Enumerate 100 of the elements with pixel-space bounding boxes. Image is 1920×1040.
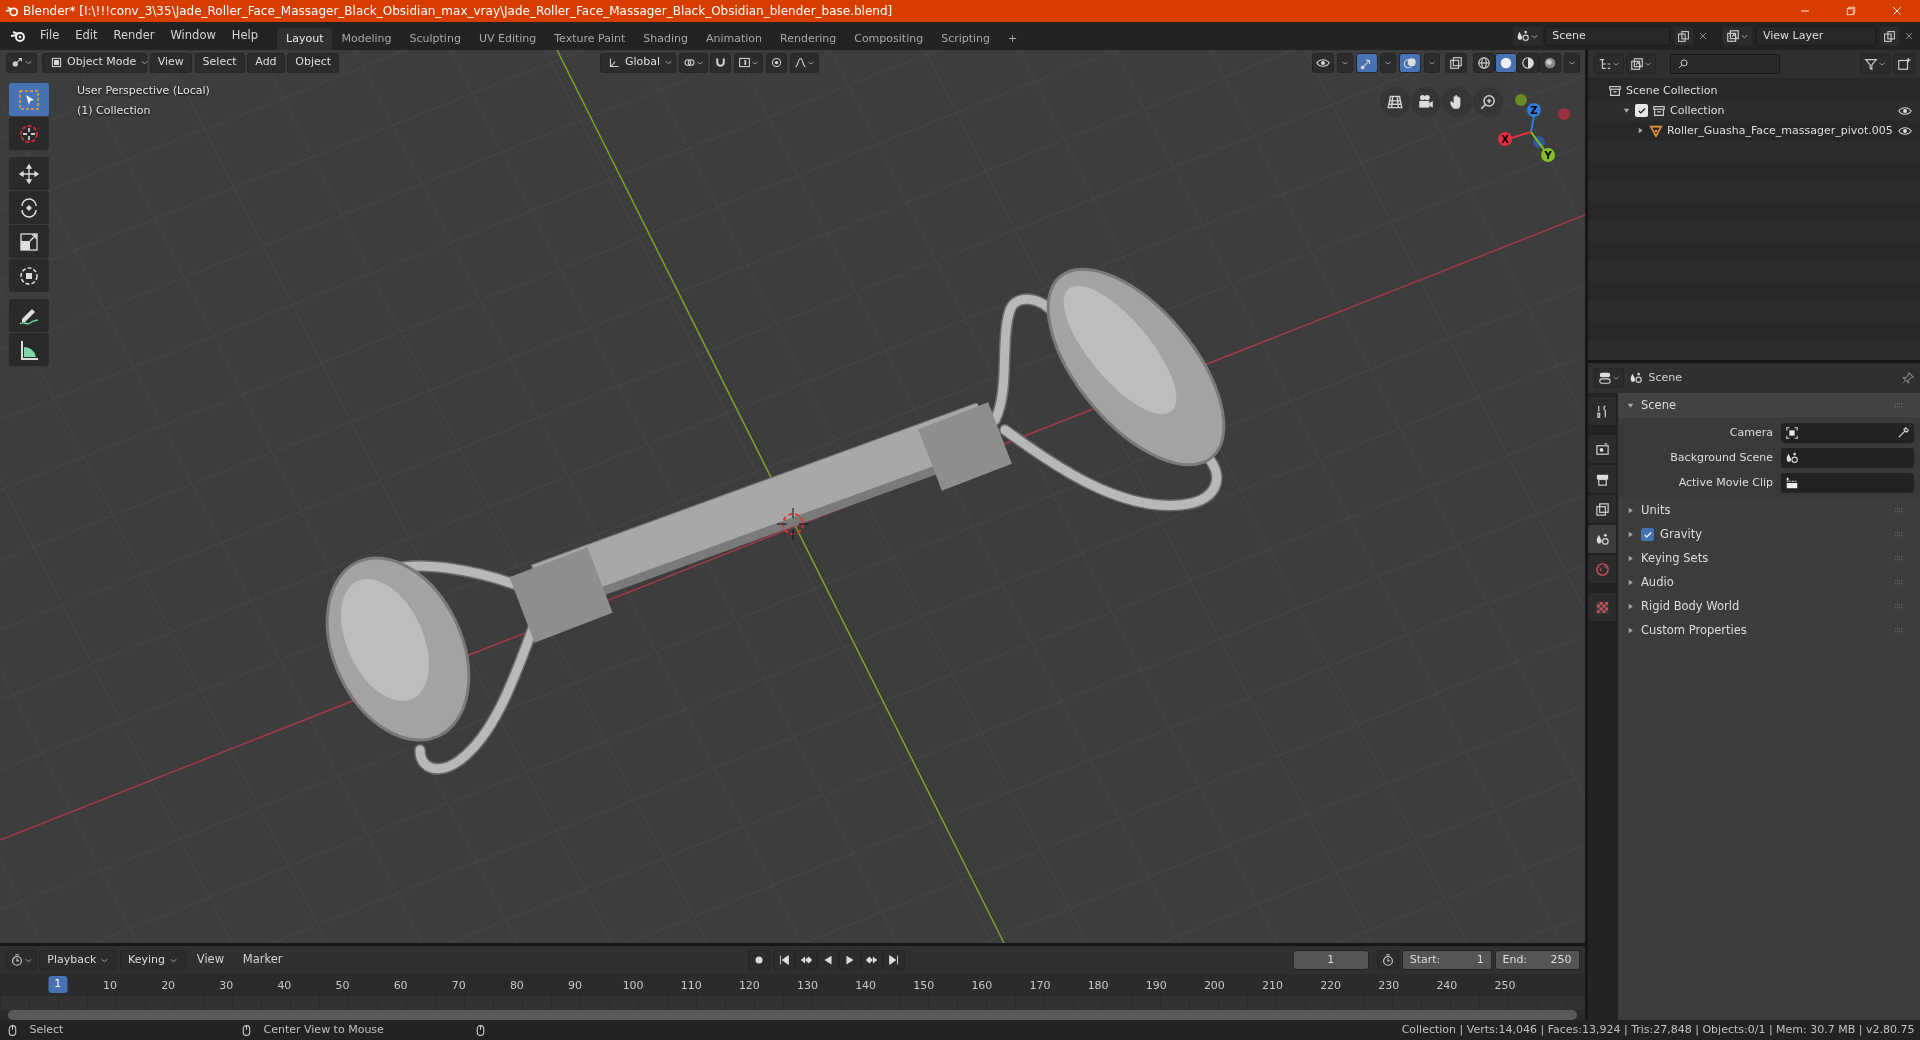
- dropdown-button[interactable]: [734, 52, 764, 73]
- camera-field[interactable]: [1781, 423, 1914, 444]
- menu-item[interactable]: Help: [223, 25, 267, 47]
- overlay-toggle[interactable]: [1399, 52, 1421, 73]
- expand-arrow-icon[interactable]: [1636, 126, 1645, 136]
- shading-mode-button[interactable]: [1516, 52, 1539, 73]
- properties-tab[interactable]: [1588, 435, 1616, 463]
- filter-button[interactable]: [1859, 54, 1890, 74]
- outliner-item[interactable]: Scene Collection: [1626, 82, 1718, 99]
- 3d-cursor-icon: [776, 507, 810, 541]
- editor-type-button[interactable]: [5, 950, 37, 970]
- axis-handle[interactable]: Z: [1527, 103, 1541, 117]
- checkbox[interactable]: [1635, 104, 1648, 118]
- axis-dot[interactable]: [1558, 108, 1570, 120]
- tool-button[interactable]: [9, 191, 49, 224]
- start-frame-field[interactable]: Start: 1: [1401, 950, 1492, 970]
- copy-button[interactable]: [1673, 26, 1694, 46]
- app-logo-icon[interactable]: [10, 28, 26, 44]
- outliner-item[interactable]: Roller_Guasha_Face_massager_pivot.005: [1667, 122, 1893, 139]
- timeline-scrollbar[interactable]: [8, 1010, 1577, 1020]
- panel-header[interactable]: Keying Sets: [1618, 546, 1920, 571]
- mode-dropdown[interactable]: Object Mode: [42, 52, 147, 73]
- panel-header[interactable]: Gravity: [1618, 522, 1920, 547]
- view-layer-menu-button[interactable]: [1722, 26, 1754, 46]
- search-field[interactable]: [1670, 54, 1780, 74]
- editor-type-button[interactable]: [1593, 368, 1624, 388]
- wireframe-sphere-icon: [1476, 55, 1491, 70]
- tool-button[interactable]: [9, 299, 49, 332]
- axis-dot[interactable]: [1533, 136, 1545, 148]
- panel-header[interactable]: Units: [1618, 498, 1920, 523]
- tool-button[interactable]: [9, 157, 49, 190]
- panel-header[interactable]: Custom Properties: [1618, 618, 1920, 643]
- workspace-tab[interactable]: Layout: [277, 27, 333, 50]
- copy-button[interactable]: [1878, 26, 1900, 46]
- properties-tab[interactable]: [1588, 525, 1616, 553]
- menu-button[interactable]: Object: [287, 52, 340, 73]
- menu-button[interactable]: Playback: [39, 950, 118, 970]
- menu-item[interactable]: Window: [162, 25, 224, 47]
- checkbox[interactable]: [1641, 528, 1654, 541]
- orientation-dropdown[interactable]: Global: [599, 52, 676, 73]
- menu-button[interactable]: Keying: [120, 950, 187, 970]
- menu-item[interactable]: File: [32, 25, 68, 47]
- axis-handle[interactable]: X: [1498, 132, 1512, 146]
- playback-button[interactable]: [861, 950, 884, 970]
- shading-mode-button[interactable]: [1494, 52, 1517, 73]
- xray-toggle[interactable]: [1445, 52, 1468, 73]
- menu-item[interactable]: Render: [105, 25, 163, 47]
- gizmo-toggle[interactable]: [1355, 52, 1378, 73]
- shading-mode-button[interactable]: [1472, 52, 1495, 73]
- tool-button[interactable]: [9, 117, 49, 150]
- zoom-button[interactable]: [1473, 87, 1503, 117]
- display-mode-dropdown[interactable]: [1593, 54, 1624, 74]
- playhead-marker[interactable]: 1: [48, 976, 68, 993]
- record-button[interactable]: [748, 950, 771, 970]
- tool-button[interactable]: [9, 225, 49, 258]
- tool-button[interactable]: [9, 333, 49, 366]
- playback-button[interactable]: [883, 950, 906, 970]
- panel-header[interactable]: Rigid Body World: [1618, 594, 1920, 619]
- playback-button[interactable]: [839, 950, 862, 970]
- new-collection-button[interactable]: [1892, 54, 1915, 74]
- playback-button[interactable]: [773, 950, 796, 970]
- menu-item[interactable]: Edit: [67, 25, 106, 47]
- playback-button[interactable]: [795, 950, 818, 970]
- properties-tab[interactable]: [1588, 495, 1616, 523]
- frame-field[interactable]: 1: [1292, 950, 1369, 970]
- ortho-toggle[interactable]: [1380, 87, 1410, 117]
- scene-field[interactable]: Scene: [1545, 26, 1671, 46]
- proportional-toggle[interactable]: [765, 52, 787, 73]
- panel-header[interactable]: Audio: [1618, 570, 1920, 595]
- end-frame-field[interactable]: End: 250: [1494, 950, 1580, 970]
- clip-field[interactable]: [1781, 473, 1914, 494]
- snap-toggle[interactable]: [710, 52, 732, 73]
- view-layer-field[interactable]: View Layer: [1756, 26, 1876, 46]
- dropdown-button[interactable]: [678, 52, 708, 73]
- pan-button[interactable]: [1442, 87, 1472, 117]
- menu-button[interactable]: Add: [247, 52, 285, 73]
- editor-type-button[interactable]: [5, 52, 37, 73]
- scene-field[interactable]: [1781, 448, 1914, 469]
- playback-button[interactable]: [817, 950, 840, 970]
- outliner-item[interactable]: Collection: [1670, 102, 1725, 119]
- pin-icon[interactable]: [1900, 371, 1915, 385]
- menu-button[interactable]: View: [149, 52, 192, 73]
- tool-button[interactable]: [9, 259, 49, 292]
- panel-header[interactable]: Scene: [1618, 393, 1920, 418]
- preview-range-toggle[interactable]: [1377, 950, 1399, 970]
- axis-handle[interactable]: Y: [1541, 148, 1555, 162]
- scene-menu-button[interactable]: [1511, 26, 1543, 46]
- overlay-icon: [1403, 55, 1417, 70]
- filter-dropdown[interactable]: [1626, 54, 1657, 74]
- properties-tab[interactable]: [1588, 397, 1616, 425]
- collapse-arrow-icon[interactable]: [1622, 106, 1631, 116]
- menu-button[interactable]: View: [188, 949, 233, 971]
- shading-mode-button[interactable]: [1538, 52, 1561, 73]
- axis-dot[interactable]: [1515, 94, 1527, 106]
- camera-view-button[interactable]: [1411, 87, 1441, 117]
- properties-tab[interactable]: [1588, 465, 1616, 493]
- menu-button[interactable]: Marker: [234, 949, 291, 971]
- visibility-dropdown[interactable]: [1312, 52, 1334, 73]
- dropdown-button[interactable]: [789, 52, 819, 73]
- menu-button[interactable]: Select: [194, 52, 245, 73]
